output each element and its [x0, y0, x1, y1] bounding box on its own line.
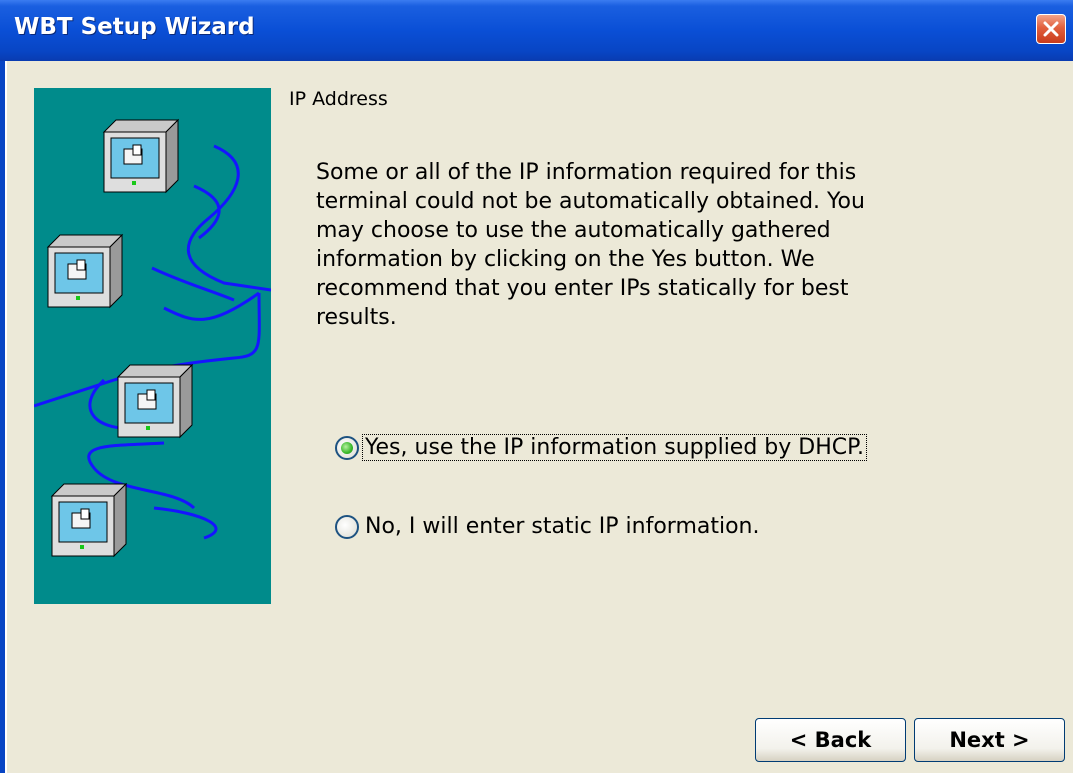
page-description: Some or all of the IP information requir…: [316, 160, 865, 330]
window-title: WBT Setup Wizard: [14, 14, 255, 40]
radio-static[interactable]: [335, 514, 359, 539]
wizard-illustration: [33, 88, 272, 604]
network-computers: [47, 119, 193, 557]
back-button[interactable]: < Back: [755, 718, 906, 762]
option-dhcp[interactable]: Yes, use the IP information supplied by …: [335, 434, 867, 461]
close-icon: [1043, 21, 1059, 37]
title-bar: WBT Setup Wizard: [0, 0, 1073, 61]
client-border: [5, 61, 7, 773]
page-heading: IP Address: [289, 88, 388, 110]
option-static-label[interactable]: No, I will enter static IP information.: [363, 514, 762, 539]
option-static[interactable]: No, I will enter static IP information.: [335, 514, 762, 539]
close-button[interactable]: [1036, 14, 1066, 44]
option-dhcp-label[interactable]: Yes, use the IP information supplied by …: [362, 434, 867, 461]
radio-dhcp[interactable]: [335, 435, 359, 460]
next-button[interactable]: Next >: [914, 718, 1065, 762]
radio-selected-indicator: [341, 441, 353, 454]
